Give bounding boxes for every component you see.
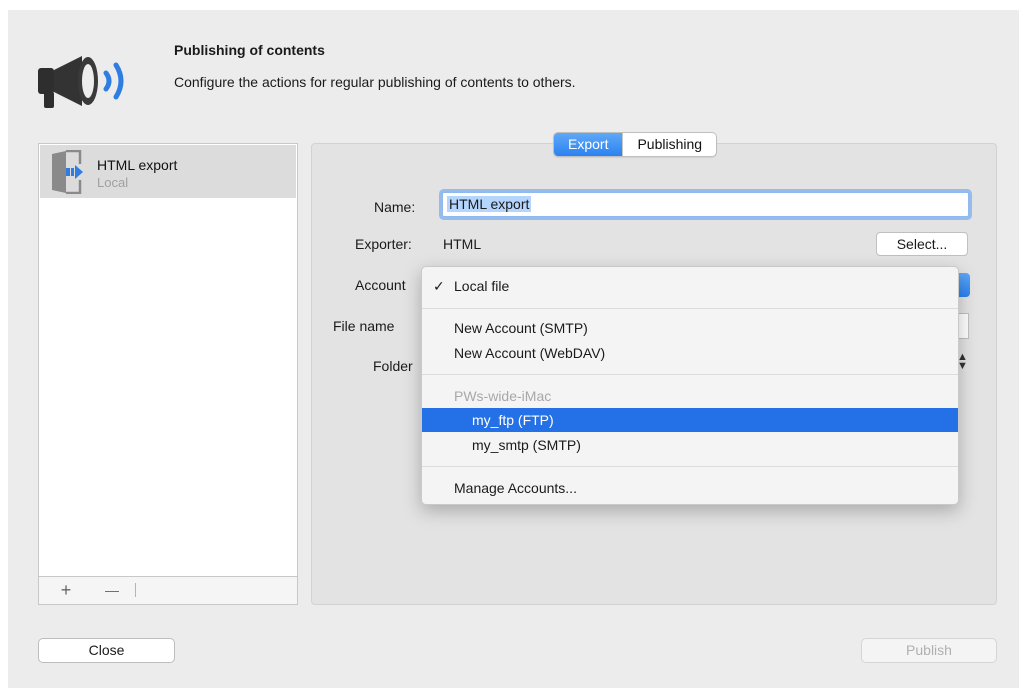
menu-item-manage-accounts[interactable]: Manage Accounts... — [422, 476, 958, 500]
list-toolbar: + — — [39, 576, 297, 604]
tab-bar: Export Publishing — [553, 132, 718, 157]
menu-divider — [422, 308, 958, 309]
menu-item-label: my_smtp (SMTP) — [472, 437, 581, 453]
menu-divider — [422, 374, 958, 375]
export-document-icon — [46, 149, 86, 195]
add-button[interactable]: + — [51, 579, 81, 601]
menu-item-label: my_ftp (FTP) — [472, 412, 554, 428]
menu-item-new-smtp[interactable]: New Account (SMTP) — [422, 316, 958, 340]
megaphone-icon — [30, 40, 150, 120]
account-label: Account — [355, 277, 406, 293]
menu-item-label: Manage Accounts... — [454, 480, 577, 496]
page-subtitle: Configure the actions for regular publis… — [174, 74, 576, 90]
list-item-sublabel: Local — [97, 175, 129, 190]
menu-item-my-smtp[interactable]: my_smtp (SMTP) — [422, 433, 958, 457]
menu-section-label: PWs-wide-iMac — [454, 388, 552, 404]
publish-button[interactable]: Publish — [861, 638, 997, 663]
exporter-label: Exporter: — [355, 236, 412, 252]
menu-item-label: New Account (SMTP) — [454, 320, 588, 336]
tab-publishing[interactable]: Publishing — [622, 133, 716, 156]
menu-item-label: New Account (WebDAV) — [454, 345, 606, 361]
file-name-label: File name — [333, 318, 395, 334]
close-button[interactable]: Close — [38, 638, 175, 663]
menu-item-label: Local file — [454, 278, 510, 294]
account-dropdown-menu: ✓ Local file New Account (SMTP) New Acco… — [421, 266, 959, 505]
menu-item-new-webdav[interactable]: New Account (WebDAV) — [422, 341, 958, 365]
tab-export[interactable]: Export — [554, 133, 623, 156]
name-field[interactable]: HTML export — [442, 192, 969, 217]
menu-divider — [422, 466, 958, 467]
list-item-label: HTML export — [97, 157, 178, 173]
exporter-value: HTML — [443, 236, 482, 252]
menu-item-my-ftp[interactable]: my_ftp (FTP) — [422, 408, 958, 432]
menu-section-header: PWs-wide-iMac — [422, 384, 958, 408]
menu-item-local-file[interactable]: ✓ Local file — [422, 274, 958, 298]
remove-button[interactable]: — — [97, 579, 127, 601]
list-item-html-export[interactable]: HTML export Local — [40, 145, 296, 198]
publishing-actions-list: HTML export Local + — — [38, 143, 298, 605]
folder-label: Folder — [373, 358, 413, 374]
checkmark-icon: ✓ — [433, 278, 445, 294]
name-label: Name: — [374, 199, 416, 215]
toolbar-divider — [135, 583, 136, 597]
page-title: Publishing of contents — [174, 42, 325, 58]
select-exporter-button[interactable]: Select... — [876, 232, 968, 256]
name-field-value: HTML export — [447, 196, 532, 212]
